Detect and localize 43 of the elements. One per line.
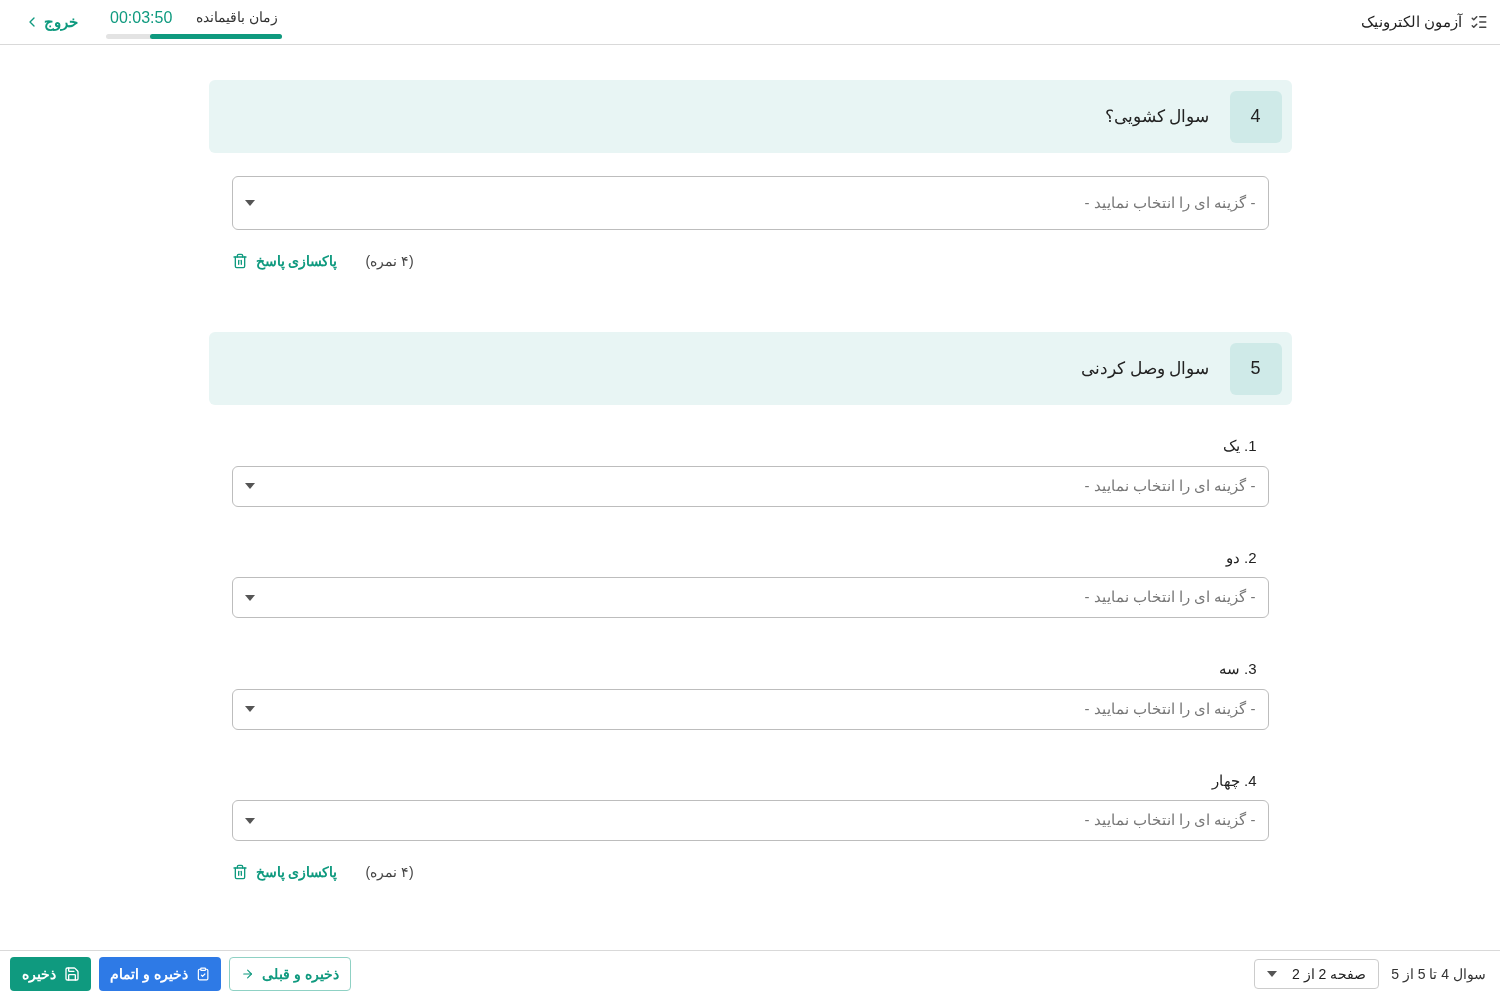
select-placeholder: - گزینه ای را انتخاب نمایید - [1084,698,1256,720]
caret-icon [244,817,255,824]
list-icon [1470,13,1488,31]
timer-label: زمان باقیمانده [196,8,278,28]
caret-icon [244,200,255,206]
match-item-label: 3. سه [1217,659,1258,679]
question-number: 5 [1229,342,1282,395]
clipboard-check-icon [195,966,210,982]
save-icon [63,966,80,982]
select-field[interactable]: - گزینه ای را انتخاب نمایید - [231,577,1269,618]
caret-icon [244,483,255,489]
arrow-icon [241,966,255,982]
trash-icon [231,253,248,269]
clear-answer-link[interactable]: پاکسازی پاسخ [231,861,338,883]
select-placeholder: - گزینه ای را انتخاب نمایید - [1084,192,1256,214]
save-finish-button[interactable]: ذخیره و اتمام [99,957,221,991]
select-placeholder: - گزینه ای را انتخاب نمایید - [1084,810,1256,831]
save-previous-button[interactable]: ذخیره و قبلی [229,957,351,991]
caret-icon [244,594,255,601]
match-item-label: 1. یک [1221,436,1258,456]
select-field[interactable]: - گزینه ای را انتخاب نمایید - [231,465,1269,507]
question-text: سوال کشویی؟ [1104,105,1210,129]
question-range: سوال 4 تا 5 از 5 [1391,964,1486,985]
match-item-label: 4. چهار [1210,770,1258,792]
timer-value: 00:03:50 [110,7,173,28]
caret-icon [244,706,255,712]
points-label: (۴ نمره) [365,251,414,272]
trash-icon [231,864,248,880]
question-number: 4 [1229,90,1282,143]
match-item-label: 2. دو [1224,547,1258,569]
clear-answer-link[interactable]: پاکسازی پاسخ [231,250,338,272]
select-placeholder: - گزینه ای را انتخاب نمایید - [1084,475,1256,497]
save-button[interactable]: ذخیره [10,957,91,991]
select-field[interactable]: - گزینه ای را انتخاب نمایید - [231,176,1269,230]
select-placeholder: - گزینه ای را انتخاب نمایید - [1084,587,1256,608]
question-text: سوال وصل کردنی [1081,357,1210,381]
app-title: آزمون الکترونیک [1360,11,1462,33]
select-field[interactable]: - گزینه ای را انتخاب نمایید - [231,800,1269,841]
select-field[interactable]: - گزینه ای را انتخاب نمایید - [231,688,1269,730]
points-label: (۴ نمره) [365,862,414,883]
caret-icon [1267,971,1278,977]
page-select[interactable]: صفحه 2 از 2 [1254,959,1380,989]
exit-link[interactable]: خروج [24,10,78,34]
